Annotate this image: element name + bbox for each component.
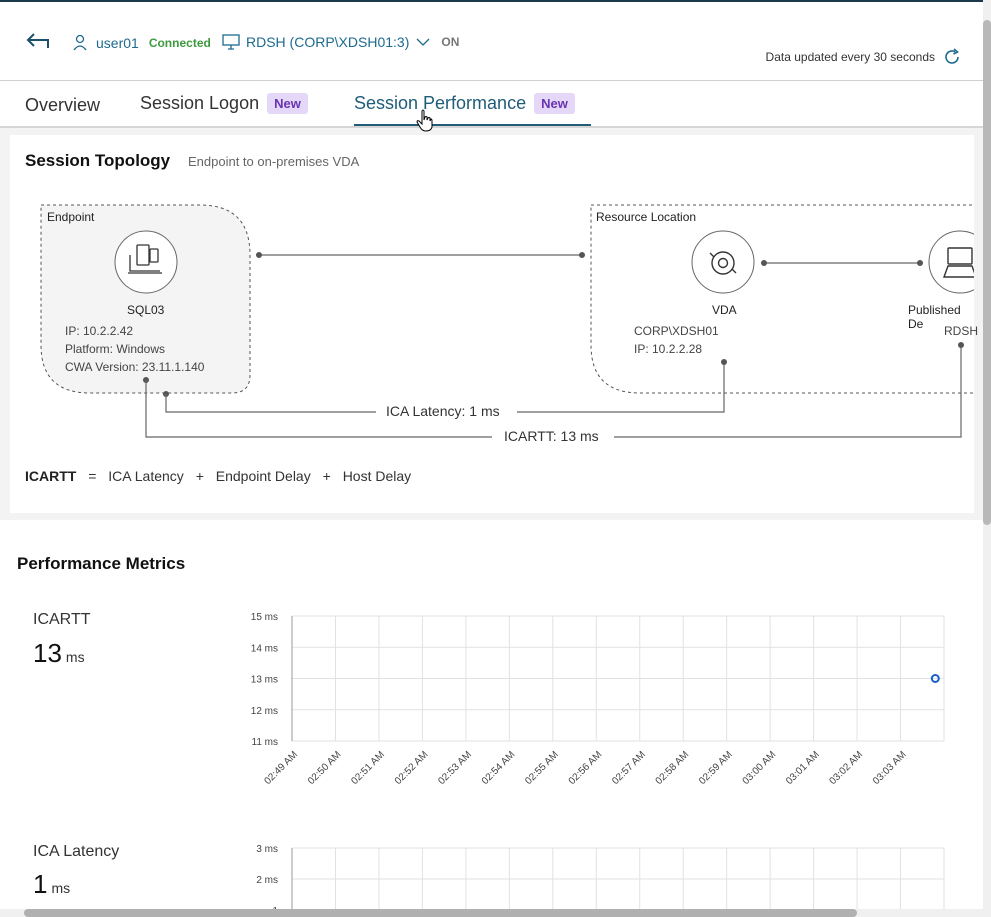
refresh-info: Data updated every 30 seconds: [766, 48, 961, 66]
tab-session-logon[interactable]: Session Logon New: [140, 93, 308, 114]
icartt-metric-value: 13 ms: [33, 638, 85, 669]
vda-node: [691, 230, 755, 294]
session-header: user01 Connected RDSH (CORP\XDSH01:3) ON…: [0, 0, 991, 82]
y-tick-label: 15 ms: [251, 612, 278, 623]
published-desktop-host: RDSH: [944, 324, 979, 338]
ica-latency-value: 1: [33, 869, 48, 899]
y-tick-label: 13 ms: [251, 675, 278, 686]
endpoint-group-label: Endpoint: [47, 210, 95, 224]
icartt-label: ICARTT: 13 ms: [504, 428, 599, 444]
user-icon: [73, 34, 87, 51]
hand-cursor-icon: [416, 109, 433, 132]
icartt-metric-label: ICARTT: [33, 611, 91, 628]
endpoint-name: SQL03: [127, 303, 165, 317]
x-tick-label: 03:00 AM: [741, 749, 779, 787]
user-info: user01 Connected: [72, 34, 211, 52]
endpoint-platform: Platform: Windows: [65, 342, 166, 356]
x-tick-label: 03:01 AM: [784, 749, 822, 787]
icartt-formula: ICARTT = ICA Latency + Endpoint Delay + …: [25, 468, 411, 484]
formula-plus: +: [322, 468, 331, 484]
y-tick-label: 11 ms: [252, 737, 279, 748]
tab-session-performance-label: Session Performance: [354, 93, 527, 113]
y-tick-label: 14 ms: [251, 643, 278, 654]
x-tick-label: 02:50 AM: [306, 749, 344, 787]
x-tick-label: 02:59 AM: [697, 749, 735, 787]
tab-session-performance[interactable]: Session Performance New: [354, 93, 575, 114]
new-badge: New: [534, 93, 575, 114]
ica-latency-metric-value: 1 ms: [33, 869, 70, 900]
endpoint-ip: IP: 10.2.2.42: [65, 324, 134, 338]
machine-name[interactable]: RDSH (CORP\XDSH01:3): [246, 34, 409, 50]
machine-info[interactable]: RDSH (CORP\XDSH01:3) ON: [222, 34, 459, 50]
x-tick-label: 02:57 AM: [610, 749, 648, 787]
x-tick-label: 02:52 AM: [393, 749, 431, 787]
x-tick-label: 02:55 AM: [523, 749, 561, 787]
formula-plus: +: [195, 468, 204, 484]
vda-host: CORP\XDSH01: [634, 324, 719, 338]
horizontal-scrollbar-thumb[interactable]: [24, 909, 857, 917]
endpoint-cwa-version: CWA Version: 23.11.1.140: [65, 360, 205, 374]
ica-latency-label: ICA Latency: 1 ms: [386, 403, 500, 419]
y-tick-label: 3 ms: [256, 844, 278, 855]
back-arrow-icon[interactable]: [24, 30, 50, 52]
ica-latency-chart[interactable]: 3 ms2 ms1: [240, 838, 955, 913]
x-tick-label: 02:54 AM: [480, 749, 518, 787]
formula-term-ica-latency: ICA Latency: [108, 468, 184, 484]
x-tick-label: 02:53 AM: [436, 749, 474, 787]
icartt-chart[interactable]: 15 ms 14 ms 13 ms 12 ms 11 ms02:49 AM 02:50 A…: [240, 605, 955, 805]
session-topology-card: Session Topology Endpoint to on-premises…: [10, 135, 978, 513]
connection-status: Connected: [148, 36, 211, 50]
tab-bar: Overview Session Logon New Session Perfo…: [0, 81, 983, 132]
x-tick-label: 02:56 AM: [567, 749, 605, 787]
machine-state: ON: [441, 35, 460, 49]
ica-latency-metric-label: ICA Latency: [33, 843, 120, 860]
tab-session-logon-label: Session Logon: [140, 93, 260, 113]
formula-term-host-delay: Host Delay: [342, 468, 412, 484]
vertical-scrollbar[interactable]: [983, 0, 991, 917]
vda-name: VDA: [712, 303, 737, 317]
monitor-icon: [222, 34, 240, 50]
y-tick-label: 2 ms: [256, 875, 278, 886]
icartt-value: 13: [33, 638, 62, 668]
resource-location-label: Resource Location: [596, 210, 697, 224]
horizontal-scrollbar[interactable]: [0, 909, 983, 917]
resource-location-box: [590, 204, 974, 394]
chevron-down-icon[interactable]: [415, 37, 431, 47]
x-tick-label: 02:49 AM: [262, 749, 300, 787]
topology-diagram: [40, 204, 974, 438]
metrics-title: Performance Metrics: [17, 554, 186, 573]
new-badge: New: [267, 93, 308, 114]
tab-overview[interactable]: Overview: [25, 95, 100, 116]
x-tick-label: 03:03 AM: [871, 749, 909, 787]
refresh-icon[interactable]: [943, 48, 961, 66]
vertical-scrollbar-thumb[interactable]: [983, 20, 991, 525]
endpoint-node: [114, 230, 178, 294]
active-tab-indicator: [354, 124, 591, 126]
y-tick-label: 12 ms: [251, 706, 278, 717]
icartt-unit: ms: [65, 649, 85, 665]
user-name[interactable]: user01: [96, 35, 139, 51]
ica-latency-unit: ms: [51, 880, 71, 896]
formula-equals: =: [88, 468, 97, 484]
x-tick-label: 03:02 AM: [828, 749, 866, 787]
formula-lhs: ICARTT: [25, 468, 77, 484]
formula-term-endpoint-delay: Endpoint Delay: [215, 468, 311, 484]
vda-ip: IP: 10.2.2.28: [634, 342, 703, 356]
x-tick-label: 02:58 AM: [654, 749, 692, 787]
tab-overview-label: Overview: [25, 95, 101, 115]
refresh-note: Data updated every 30 seconds: [765, 50, 935, 64]
x-tick-label: 02:51 AM: [349, 749, 387, 787]
